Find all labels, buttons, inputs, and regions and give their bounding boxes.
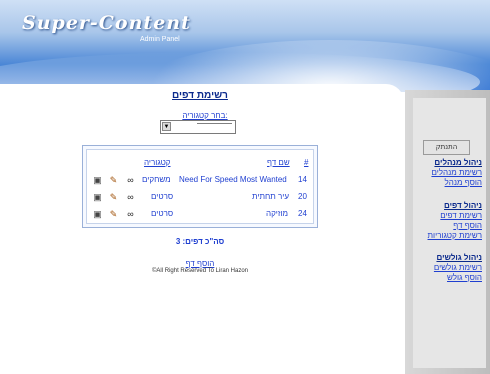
page-title: רשימת דפים <box>172 90 228 101</box>
row-category[interactable]: סרטים <box>151 192 173 201</box>
edit-icon[interactable]: ✎ <box>108 192 119 203</box>
table-row: ▣ ✎ ∞ סרטים עיר תחתית 20 <box>87 192 313 206</box>
sidebar-section-admins: ניהול מנהלים רשימת מנהלים הוסף מנהל <box>431 158 482 188</box>
column-header-category[interactable]: קטגוריה <box>144 158 171 167</box>
row-id: 24 <box>298 209 307 218</box>
sidebar-section-title: ניהול גולשים <box>436 253 482 262</box>
pages-table: # שם דף קטגוריה ▣ ✎ ∞ משחקים Need For Sp… <box>82 145 318 228</box>
chevron-down-icon[interactable]: ▼ <box>162 122 171 131</box>
table-row: ▣ ✎ ∞ סרטים מוזיקה 24 <box>87 209 313 223</box>
category-select[interactable]: ▼ ————— <box>160 120 236 134</box>
sidebar-section-users: ניהול גולשים רשימת גולשים הוסף גולש <box>434 253 482 283</box>
app-logo: Super-Content <box>22 12 191 34</box>
row-name: עיר תחתית <box>252 192 289 201</box>
column-header-name[interactable]: שם דף <box>267 158 290 167</box>
row-category[interactable]: משחקים <box>142 175 171 184</box>
row-name: מוזיקה <box>266 209 289 218</box>
row-category[interactable]: סרטים <box>151 209 173 218</box>
sidebar-section-title: ניהול דפים <box>444 201 482 210</box>
category-select-value: ————— <box>197 120 232 127</box>
sidebar-link-page-list[interactable]: רשימת דפים <box>428 211 482 221</box>
add-page-link[interactable]: הוסף דף <box>160 259 240 268</box>
sidebar-section-pages: ניהול דפים רשימת דפים הוסף דף רשימת קטגו… <box>428 201 482 241</box>
column-header-id[interactable]: # <box>304 158 308 167</box>
sidebar-link-add-page[interactable]: הוסף דף <box>428 221 482 231</box>
delete-icon[interactable]: ▣ <box>92 209 103 220</box>
sidebar-link-category-list[interactable]: רשימת קטגוריות <box>428 231 482 241</box>
view-icon[interactable]: ∞ <box>125 209 136 220</box>
pages-total-count: סה"כ דפים: 3 <box>175 237 225 246</box>
copyright-text: ©All Right Reserved To Liran Hazon <box>151 268 249 274</box>
app-subtitle: Admin Panel <box>140 36 180 43</box>
row-id: 14 <box>298 175 307 184</box>
sidebar-section-title: ניהול מנהלים <box>434 158 482 167</box>
logout-button[interactable]: התנתק <box>423 140 470 155</box>
row-name: Need For Speed Most Wanted <box>179 175 287 184</box>
delete-icon[interactable]: ▣ <box>92 192 103 203</box>
table-row: ▣ ✎ ∞ משחקים Need For Speed Most Wanted … <box>87 175 313 189</box>
view-icon[interactable]: ∞ <box>125 175 136 186</box>
sidebar-link-user-list[interactable]: רשימת גולשים <box>434 263 482 273</box>
row-id: 20 <box>298 192 307 201</box>
category-filter-label: בחר קטגוריה: <box>182 111 228 120</box>
edit-icon[interactable]: ✎ <box>108 175 119 186</box>
header-banner: Super-Content Admin Panel <box>0 0 490 92</box>
delete-icon[interactable]: ▣ <box>92 175 103 186</box>
view-icon[interactable]: ∞ <box>125 192 136 203</box>
edit-icon[interactable]: ✎ <box>108 209 119 220</box>
sidebar-link-add-user[interactable]: הוסף גולש <box>434 273 482 283</box>
sidebar-link-admin-list[interactable]: רשימת מנהלים <box>431 168 482 178</box>
sidebar-link-add-admin[interactable]: הוסף מנהל <box>431 178 482 188</box>
pages-table-body: # שם דף קטגוריה ▣ ✎ ∞ משחקים Need For Sp… <box>86 149 314 224</box>
